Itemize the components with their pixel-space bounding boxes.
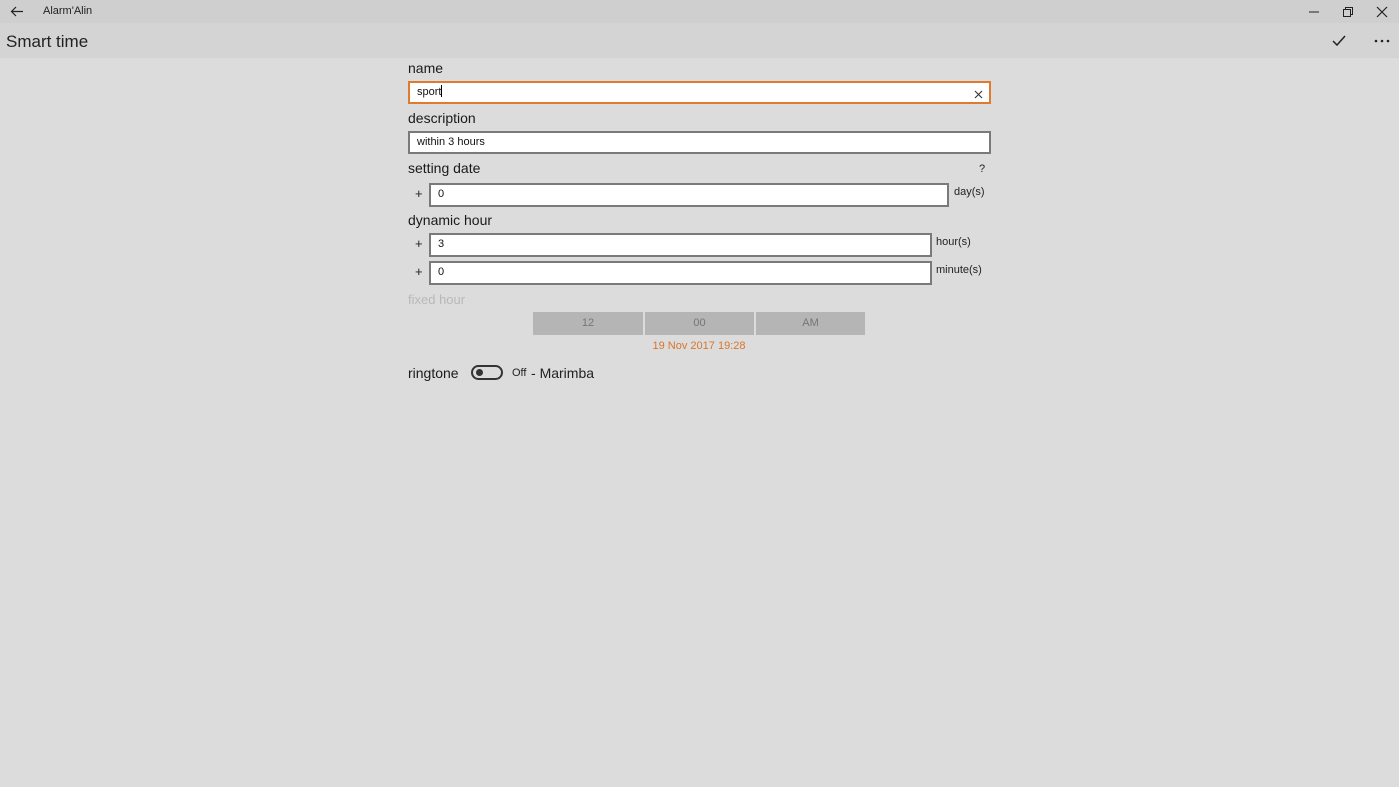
- more-options-icon[interactable]: [1370, 31, 1394, 51]
- fixed-hour-time-picker[interactable]: 12 00 AM: [533, 312, 865, 335]
- ringtone-name[interactable]: - Marimba: [531, 365, 594, 381]
- back-arrow-icon[interactable]: [8, 3, 26, 20]
- ringtone-label: ringtone: [408, 365, 459, 381]
- minutes-unit-label: minute(s): [936, 264, 982, 276]
- accept-checkmark-icon[interactable]: [1328, 32, 1350, 50]
- dynamic-hour-label: dynamic hour: [408, 212, 493, 228]
- minutes-input-value: 0: [438, 266, 445, 278]
- computed-alarm-datetime: 19 Nov 2017 19:28: [652, 340, 746, 352]
- minimize-icon[interactable]: [1297, 0, 1331, 23]
- hours-unit-label: hour(s): [936, 236, 971, 248]
- description-input[interactable]: within 3 hours: [408, 131, 991, 154]
- ringtone-name-text: Marimba: [539, 365, 595, 381]
- days-unit-label: day(s): [954, 186, 985, 198]
- description-label: description: [408, 110, 476, 126]
- name-input[interactable]: sport: [408, 81, 991, 104]
- ringtone-toggle-state: Off: [512, 367, 527, 379]
- close-icon[interactable]: [1365, 0, 1399, 23]
- plus-sign: +: [415, 236, 423, 251]
- plus-sign: +: [415, 264, 423, 279]
- hours-input[interactable]: 3: [429, 233, 932, 257]
- app-bar: Smart time: [0, 23, 1399, 58]
- name-label: name: [408, 60, 444, 76]
- window-title: Alarm'Alin: [43, 5, 93, 17]
- restore-icon[interactable]: [1331, 0, 1365, 23]
- ringtone-separator: -: [531, 365, 536, 381]
- hours-input-value: 3: [438, 238, 445, 250]
- plus-sign: +: [415, 186, 423, 201]
- title-bar: Alarm'Alin: [0, 0, 1399, 23]
- page-title: Smart time: [6, 32, 89, 51]
- setting-date-label: setting date: [408, 160, 481, 176]
- time-picker-hour[interactable]: 12: [533, 312, 643, 335]
- ringtone-toggle[interactable]: [471, 365, 503, 380]
- clear-text-icon[interactable]: [974, 87, 983, 99]
- fixed-hour-label: fixed hour: [408, 292, 466, 307]
- minutes-input[interactable]: 0: [429, 261, 932, 285]
- text-caret: [441, 85, 443, 97]
- time-picker-period[interactable]: AM: [756, 312, 865, 335]
- time-picker-minute[interactable]: 00: [645, 312, 754, 335]
- description-input-value: within 3 hours: [417, 136, 485, 148]
- toggle-knob: [476, 369, 483, 376]
- help-button[interactable]: ?: [979, 163, 985, 175]
- name-input-value: sport: [417, 86, 442, 98]
- days-input-value: 0: [438, 188, 445, 200]
- days-input[interactable]: 0: [429, 183, 949, 207]
